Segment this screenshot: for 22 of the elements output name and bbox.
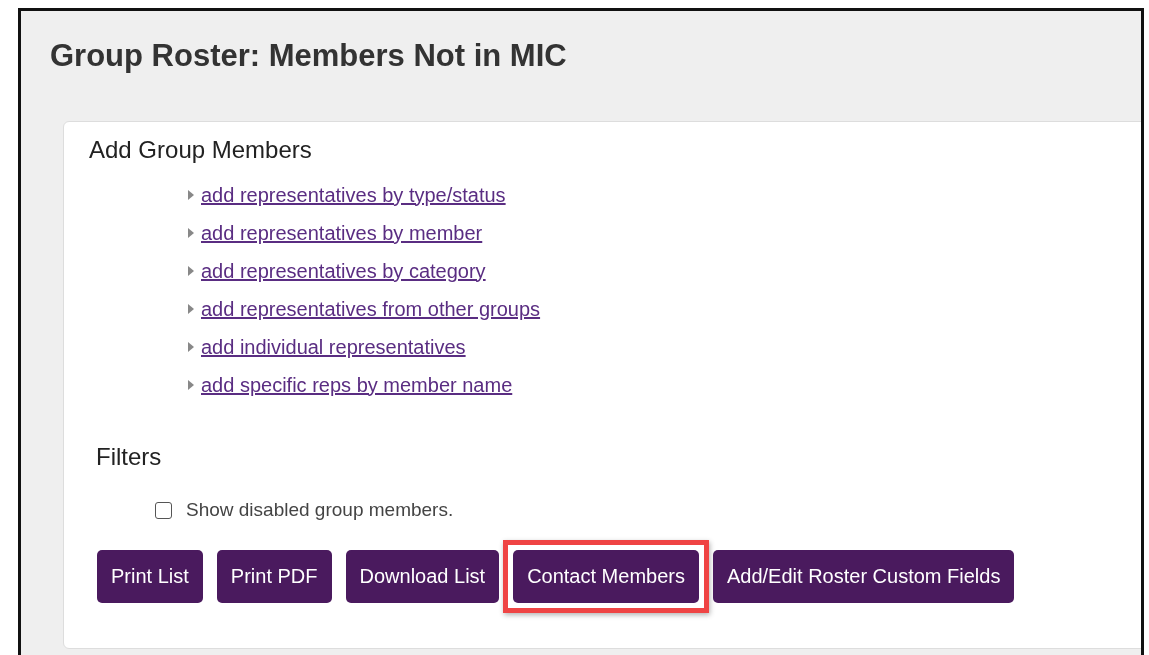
add-link[interactable]: add individual representatives bbox=[201, 335, 466, 359]
triangle-icon bbox=[187, 380, 195, 390]
action-button[interactable]: Print List bbox=[97, 550, 203, 603]
triangle-icon bbox=[187, 266, 195, 276]
add-link[interactable]: add specific reps by member name bbox=[201, 373, 513, 397]
triangle-icon bbox=[187, 342, 195, 352]
add-link[interactable]: add representatives from other groups bbox=[201, 297, 541, 321]
checkbox-label: Show disabled group members. bbox=[186, 499, 454, 521]
add-link[interactable]: add representatives by type/status bbox=[201, 183, 506, 207]
page-title: Group Roster: Members Not in MIC bbox=[49, 37, 568, 75]
section-heading: Filters bbox=[96, 443, 162, 471]
action-button[interactable]: Contact Members bbox=[513, 550, 699, 603]
action-button[interactable]: Add/Edit Roster Custom Fields bbox=[712, 550, 1015, 603]
triangle-icon bbox=[187, 304, 195, 314]
add-link[interactable]: add representatives by category bbox=[201, 259, 486, 283]
section-heading: Add Group Members bbox=[89, 136, 312, 164]
triangle-icon bbox=[187, 190, 195, 200]
action-button[interactable]: Download List bbox=[345, 550, 500, 603]
triangle-icon bbox=[187, 228, 195, 238]
checkbox[interactable] bbox=[155, 501, 172, 519]
add-link[interactable]: add representatives by member bbox=[201, 221, 483, 245]
action-button[interactable]: Print PDF bbox=[216, 550, 332, 603]
